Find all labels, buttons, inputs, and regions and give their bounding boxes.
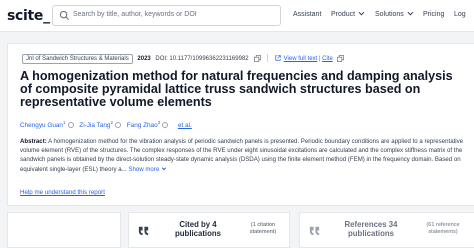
copy-icon[interactable] [254,55,262,62]
nav-solutions[interactable]: Solutions [375,9,414,18]
chevron-down-icon [407,9,414,16]
author-name[interactable]: Chengyu Guan [20,122,63,129]
cited-by-box[interactable]: Cited by 4 publications (1 citation stat… [128,212,290,248]
citation-statements-line-1: (1 citation [250,222,276,228]
quote-icon [138,226,149,236]
abstract: Abstract: A homogenization method for th… [20,137,472,174]
paper-card: Jnl of Sandwich Structures & Materials 2… [7,43,474,206]
references-label-2: publications [348,229,394,238]
nav-login[interactable]: Log [454,11,466,18]
divider [266,54,268,63]
quote-icon [309,226,320,236]
nav-product[interactable]: Product [331,9,365,18]
view-full-text-link[interactable]: View full text [284,56,318,62]
author-affiliation: 3 [157,120,161,125]
chevron-down-icon [162,165,167,170]
chevron-down-icon [358,9,365,16]
author-affiliation: 2 [110,120,113,125]
author-name[interactable]: Fang Zhao [127,122,158,129]
author-name[interactable]: Zi-Jia Tang [79,122,110,129]
citation-statements: (1 citation statement) [239,222,287,236]
references-box[interactable]: References 34 publications (61 reference… [299,212,474,248]
paper-meta: Jnl of Sandwich Structures & Materials 2… [22,54,348,64]
nav-solutions-label: Solutions [375,11,404,18]
reference-statements: (61 reference statements) [417,222,469,236]
citation-statements-line-2: statement) [249,229,277,235]
publication-year: 2023 [137,56,151,62]
reference-statements-line-2: statements) [428,229,458,235]
search-placeholder: Search by title, author, keywords or DOI [73,11,197,18]
show-more-button[interactable]: Show more [128,165,167,173]
show-more-label: Show more [128,165,160,173]
scite-logo[interactable]: scite_ [7,8,50,24]
author-affiliation: 1 [63,120,66,125]
cited-by-label: Cited by 4 [179,220,217,229]
references-count: References 34 publications [334,220,408,238]
search-icon [59,10,70,21]
author-list: Chengyu Guan1 Zi-Jia Tang2 Fang Zhao3 et… [20,120,192,129]
nav-product-label: Product [331,11,356,18]
cite-link[interactable]: Cite [322,56,333,62]
external-link-icon [275,55,281,62]
journal-badge[interactable]: Jnl of Sandwich Structures & Materials [22,54,133,64]
search-input[interactable]: Search by title, author, keywords or DOI [52,5,281,26]
abstract-text: A homogenization method for the vibratio… [20,138,464,173]
et-al-link[interactable]: et al. [178,122,192,129]
top-nav-bar: scite_ Search by title, author, keywords… [0,0,474,32]
reference-statements-line-1: (61 reference [426,222,460,228]
help-understand-link[interactable]: Help me understand this report [20,189,105,196]
cite-copy-icon[interactable] [337,55,345,62]
paper-title: A homogenization method for natural freq… [20,69,453,109]
nav-pricing[interactable]: Pricing [423,11,444,18]
author-info-icon [67,122,74,129]
doi-text: DOI: 10.1177/10996362231169982 [155,56,249,62]
cited-by-count: Cited by 4 publications [167,220,229,238]
author-info-icon [114,122,121,129]
references-label: References 34 [344,220,398,229]
nav-assistant[interactable]: Assistant [293,11,321,18]
stat-box-empty [7,212,121,248]
author-info-icon [162,122,169,129]
abstract-label: Abstract: [20,138,47,145]
cited-by-label-2: publications [175,229,221,238]
